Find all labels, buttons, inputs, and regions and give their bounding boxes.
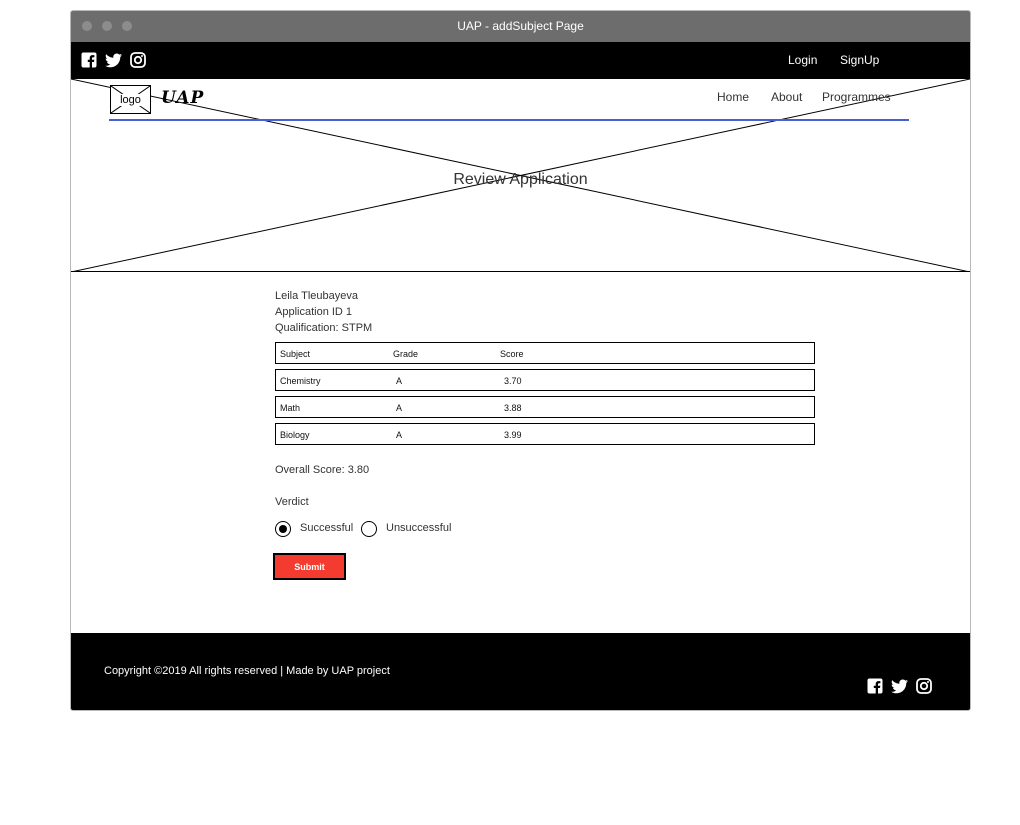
twitter-icon[interactable] (105, 52, 122, 68)
table-row: Chemistry A 3.70 (275, 369, 815, 391)
radio-label-successful[interactable]: Successful (300, 522, 353, 534)
radio-label-unsuccessful[interactable]: Unsuccessful (386, 522, 451, 534)
radio-unsuccessful[interactable] (361, 521, 377, 537)
facebook-icon[interactable] (81, 52, 97, 68)
nav-about[interactable]: About (771, 90, 802, 104)
nav-home[interactable]: Home (717, 90, 749, 104)
application-id: Application ID 1 (275, 306, 353, 318)
radio-successful[interactable] (275, 521, 291, 537)
browser-window: UAP - addSubject Page Login SignUp logo … (70, 10, 971, 711)
facebook-icon[interactable] (867, 678, 883, 694)
cell-score: 3.99 (504, 430, 522, 440)
footer: Copyright ©2019 All rights reserved | Ma… (71, 633, 970, 710)
footer-social-links (867, 678, 932, 694)
applicant-name: Leila Tleubayeva (275, 290, 358, 302)
table-header-row: Subject Grade Score (275, 342, 815, 364)
instagram-icon[interactable] (916, 678, 932, 694)
brand-name[interactable]: UAP (161, 88, 204, 108)
cell-subject: Chemistry (280, 376, 321, 386)
table-row: Math A 3.88 (275, 396, 815, 418)
logo-placeholder[interactable]: logo (110, 85, 151, 114)
top-social-links (81, 52, 146, 68)
submit-button[interactable]: Submit (273, 553, 346, 580)
logo-text: logo (119, 93, 142, 106)
cell-grade: A (396, 376, 403, 386)
cell-subject: Biology (280, 430, 310, 440)
instagram-icon[interactable] (130, 52, 146, 68)
window-title: UAP - addSubject Page (457, 19, 584, 33)
qualification: Qualification: STPM (275, 322, 373, 334)
column-header-grade: Grade (393, 349, 419, 359)
header-underline (109, 119, 909, 121)
nav-programmes[interactable]: Programmes (822, 90, 891, 104)
copyright-text: Copyright ©2019 All rights reserved | Ma… (104, 665, 390, 677)
login-link[interactable]: Login (788, 53, 817, 67)
cell-subject: Math (280, 403, 301, 413)
twitter-icon[interactable] (891, 678, 908, 694)
cell-score: 3.70 (504, 376, 522, 386)
top-bar: Login SignUp (71, 42, 970, 79)
signup-link[interactable]: SignUp (840, 53, 879, 67)
verdict-label: Verdict (275, 496, 309, 508)
cell-grade: A (396, 430, 403, 440)
page-title: Review Application (453, 171, 588, 188)
overall-score: Overall Score: 3.80 (275, 464, 370, 476)
radio-selected-dot (279, 525, 287, 533)
hero-banner: logo UAP Home About Programmes Review Ap… (71, 79, 970, 272)
column-header-score: Score (500, 349, 524, 359)
table-row: Biology A 3.99 (275, 423, 815, 445)
title-bar: UAP - addSubject Page (71, 11, 970, 42)
cell-score: 3.88 (504, 403, 522, 413)
column-header-subject: Subject (280, 349, 311, 359)
cell-grade: A (396, 403, 403, 413)
